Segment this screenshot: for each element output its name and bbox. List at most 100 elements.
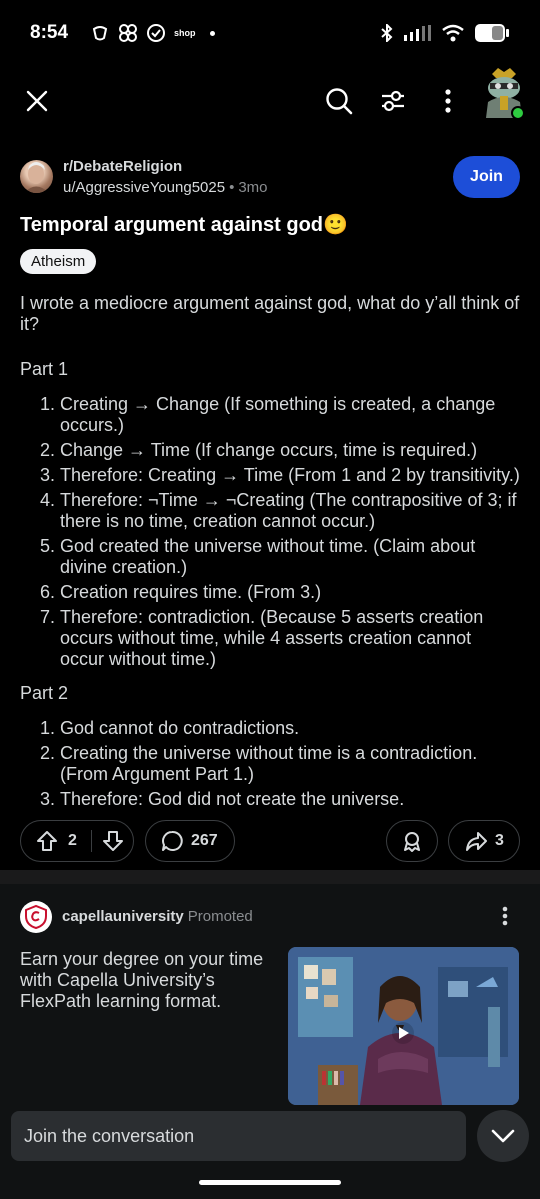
vote-pill: 2 [20,820,134,862]
part2-list: 1. God cannot do contradictions. 2. Creati… [40,718,520,810]
promoted-label: Promoted [187,908,253,925]
status-bar: 8:54 shop [0,0,540,66]
collapse-button[interactable] [477,1110,529,1162]
comment-input[interactable]: Join the conversation [11,1111,466,1161]
notification-icons: shop [90,23,215,43]
list-item-text: Creating the universe without time is a … [60,743,478,784]
top-app-bar [0,66,540,140]
search-button[interactable] [322,84,356,118]
app-notification-icon [92,26,108,41]
list-item: 2. Change → Time (If change occurs, time … [40,440,520,461]
home-indicator[interactable] [199,1180,341,1185]
sliders-icon [382,90,404,112]
list-item-text: Therefore: contradiction. (Because 5 ass… [60,607,484,669]
pinwheel-icon [119,24,138,42]
part2-heading: Part 2 [20,683,69,703]
author-line: u/AggressiveYoung5025 • 3mo [63,179,268,196]
subreddit-avatar[interactable] [20,160,53,193]
status-time: 8:54 [30,22,69,43]
more-notifications-dot [209,30,215,36]
status-left: 8:54 shop [30,22,215,44]
more-options-button[interactable] [434,84,462,118]
person-photo-icon [24,162,49,193]
list-number: 3. [40,789,56,809]
list-item-text: God cannot do contradictions. [60,718,300,738]
list-item-text: Therefore: ¬Time → ¬Creating (The contra… [60,490,517,531]
status-right [380,23,510,43]
list-item: 7. Therefore: contradiction. (Because 5 a… [40,607,520,670]
close-button[interactable] [20,84,54,118]
vote-count: 2 [68,832,77,849]
part1-heading: Part 1 [20,359,69,379]
battery-icon [475,24,509,42]
post-flair[interactable]: Atheism [20,249,97,274]
advertiser-avatar[interactable] [20,901,52,933]
search-icon [326,88,353,115]
list-item-text: Change → Time (If change occurs, time is… [60,440,478,460]
list-item: 2. Creating the universe without time is … [40,743,520,785]
award-button[interactable] [386,820,438,862]
post-age: 3mo [238,179,268,196]
list-number: 3. [40,465,56,485]
signal-icon [404,25,431,41]
subreddit-name[interactable]: r/DebateReligion [63,158,182,175]
list-item: 5. God created the universe without time.… [40,536,520,578]
post-title: Temporal argument against god🙂 [20,214,348,236]
join-button[interactable]: Join [453,156,520,198]
list-item: 1. God cannot do contradictions. [40,718,520,739]
list-number: 7. [40,607,56,627]
list-number: 1. [40,718,56,738]
comment-icon [162,830,183,851]
list-number: 5. [40,536,56,556]
advertiser-name[interactable]: capellauniversity [62,908,184,925]
share-icon [466,832,487,851]
list-item: 3. Therefore: God did not create the univ… [40,789,520,810]
more-vertical-icon [502,906,508,926]
ad-text: Earn your degree on your time with Capel… [20,949,264,1011]
comment-count: 267 [191,832,218,849]
list-item-text: Therefore: God did not create the univer… [60,789,405,809]
share-button[interactable]: 3 [448,820,520,862]
chevron-down-icon [491,1129,515,1143]
classroom-scene-image [288,947,519,1105]
bluetooth-icon [381,24,393,42]
sort-filter-button[interactable] [376,84,410,118]
share-count: 3 [495,832,504,849]
ad-more-options-button[interactable] [502,906,508,931]
ad-video-thumbnail[interactable] [288,947,519,1105]
downvote-icon[interactable] [102,830,124,852]
list-item: 4. Therefore: ¬Time → ¬Creating (The cont… [40,490,520,532]
snoo-avatar-icon [486,68,525,120]
part1-list: 1. Creating → Change (If something is cre… [40,394,520,670]
list-item-text: Creating → Change (If something is creat… [60,394,496,435]
list-item: 1. Creating → Change (If something is cre… [40,394,520,436]
post-intro: I wrote a mediocre argument against god,… [20,293,520,334]
post: r/DebateReligion u/AggressiveYoung5025 • 3… [0,140,540,870]
list-item-text: Creation requires time. (From 3.) [60,582,322,602]
vote-divider [90,830,92,852]
list-item-text: God created the universe without time. (… [60,536,476,577]
list-number: 1. [40,394,56,414]
check-circle-icon [147,24,166,42]
shop-icon: shop [174,28,196,38]
award-icon [404,832,420,852]
close-icon [26,90,48,112]
list-number: 4. [40,490,56,510]
list-item: 3. Therefore: Creating → Time (From 1 and… [40,465,520,486]
advertiser-line: capellauniversity Promoted [62,908,253,925]
meta-separator: • [229,179,235,196]
upvote-icon[interactable] [36,830,58,852]
user-avatar-button[interactable] [480,66,528,124]
post-actions: 2 267 3 [20,820,520,862]
list-item: 6. Creation requires time. (From 3.) [40,582,520,603]
list-number: 2. [40,440,56,460]
more-vertical-icon [445,89,451,113]
post-header: r/DebateReligion u/AggressiveYoung5025 • 3… [20,156,520,204]
list-item-text: Therefore: Creating → Time (From 1 and 2… [60,465,520,485]
capella-logo-icon [25,904,47,930]
comments-button[interactable]: 267 [145,820,235,862]
wifi-icon [442,24,464,42]
list-number: 2. [40,743,56,763]
list-number: 6. [40,582,56,602]
author-name[interactable]: u/AggressiveYoung5025 [63,179,225,196]
